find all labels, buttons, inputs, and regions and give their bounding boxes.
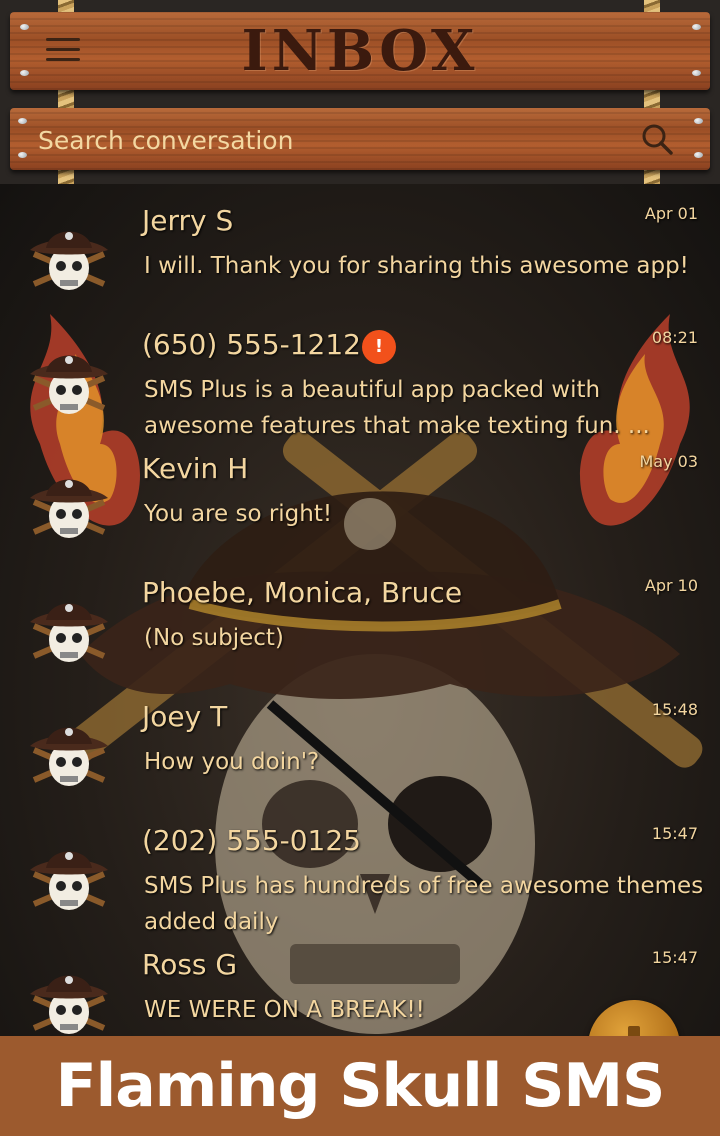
- nail-icon: [694, 118, 703, 124]
- contact-name: (202) 555-0125: [142, 824, 361, 857]
- message-time: 08:21: [651, 328, 698, 347]
- conversation-item[interactable]: Phoebe, Monica, Bruce Apr 10 (No subject…: [0, 556, 720, 680]
- title-plank: INBOX: [10, 12, 710, 90]
- pirate-skull-avatar-icon: [30, 603, 108, 662]
- pirate-skull-avatar-icon: [30, 355, 108, 414]
- contact-name: Jerry S: [142, 204, 234, 237]
- message-snippet: (No subject): [144, 625, 284, 651]
- pirate-skull-avatar-icon: [30, 851, 108, 910]
- contact-name: Phoebe, Monica, Bruce: [142, 576, 463, 609]
- message-time: 15:47: [651, 948, 698, 967]
- nail-icon: [18, 118, 27, 124]
- conversation-item[interactable]: (202) 555-0125 15:47 SMS Plus has hundre…: [0, 804, 720, 935]
- nail-icon: [18, 152, 27, 158]
- message-time: Apr 01: [644, 204, 698, 223]
- conversation-item[interactable]: Kevin H May 03 You are so right!: [0, 432, 720, 556]
- app-header: INBOX: [0, 0, 720, 184]
- banner-title: Flaming Skull SMS: [55, 1051, 666, 1121]
- message-snippet: You are so right!: [144, 501, 333, 527]
- conversation-item[interactable]: Joey T 15:48 How you doin'?: [0, 680, 720, 804]
- message-time: May 03: [639, 452, 698, 471]
- message-time: Apr 10: [644, 576, 698, 595]
- message-snippet: How you doin'?: [144, 749, 320, 775]
- pirate-skull-avatar-icon: [30, 479, 108, 538]
- message-snippet: I will. Thank you for sharing this aweso…: [144, 253, 689, 279]
- nail-icon: [694, 152, 703, 158]
- message-time: 15:48: [651, 700, 698, 719]
- search-plank: [10, 108, 710, 170]
- conversation-item[interactable]: Jerry S Apr 01 I will. Thank you for sha…: [0, 184, 720, 308]
- contact-name: Kevin H: [142, 452, 249, 485]
- promo-banner: Flaming Skull SMS: [0, 1036, 720, 1136]
- pirate-skull-avatar-icon: [30, 231, 108, 290]
- page-title: INBOX: [241, 18, 479, 84]
- pirate-skull-avatar-icon: [30, 975, 108, 1034]
- error-badge: !: [362, 330, 396, 364]
- conversation-list-area[interactable]: Jerry S Apr 01 I will. Thank you for sha…: [0, 184, 720, 1036]
- search-input[interactable]: [36, 118, 620, 162]
- pirate-skull-avatar-icon: [30, 727, 108, 786]
- search-icon[interactable]: [640, 122, 674, 156]
- conversation-item[interactable]: (650) 555-1212 ! 08:21 SMS Plus is a bea…: [0, 308, 720, 439]
- contact-name: Joey T: [142, 700, 228, 733]
- contact-name: Ross G: [142, 948, 238, 981]
- message-time: 15:47: [651, 824, 698, 843]
- conversation-list: Jerry S Apr 01 I will. Thank you for sha…: [0, 184, 720, 1036]
- contact-name: (650) 555-1212: [142, 328, 361, 361]
